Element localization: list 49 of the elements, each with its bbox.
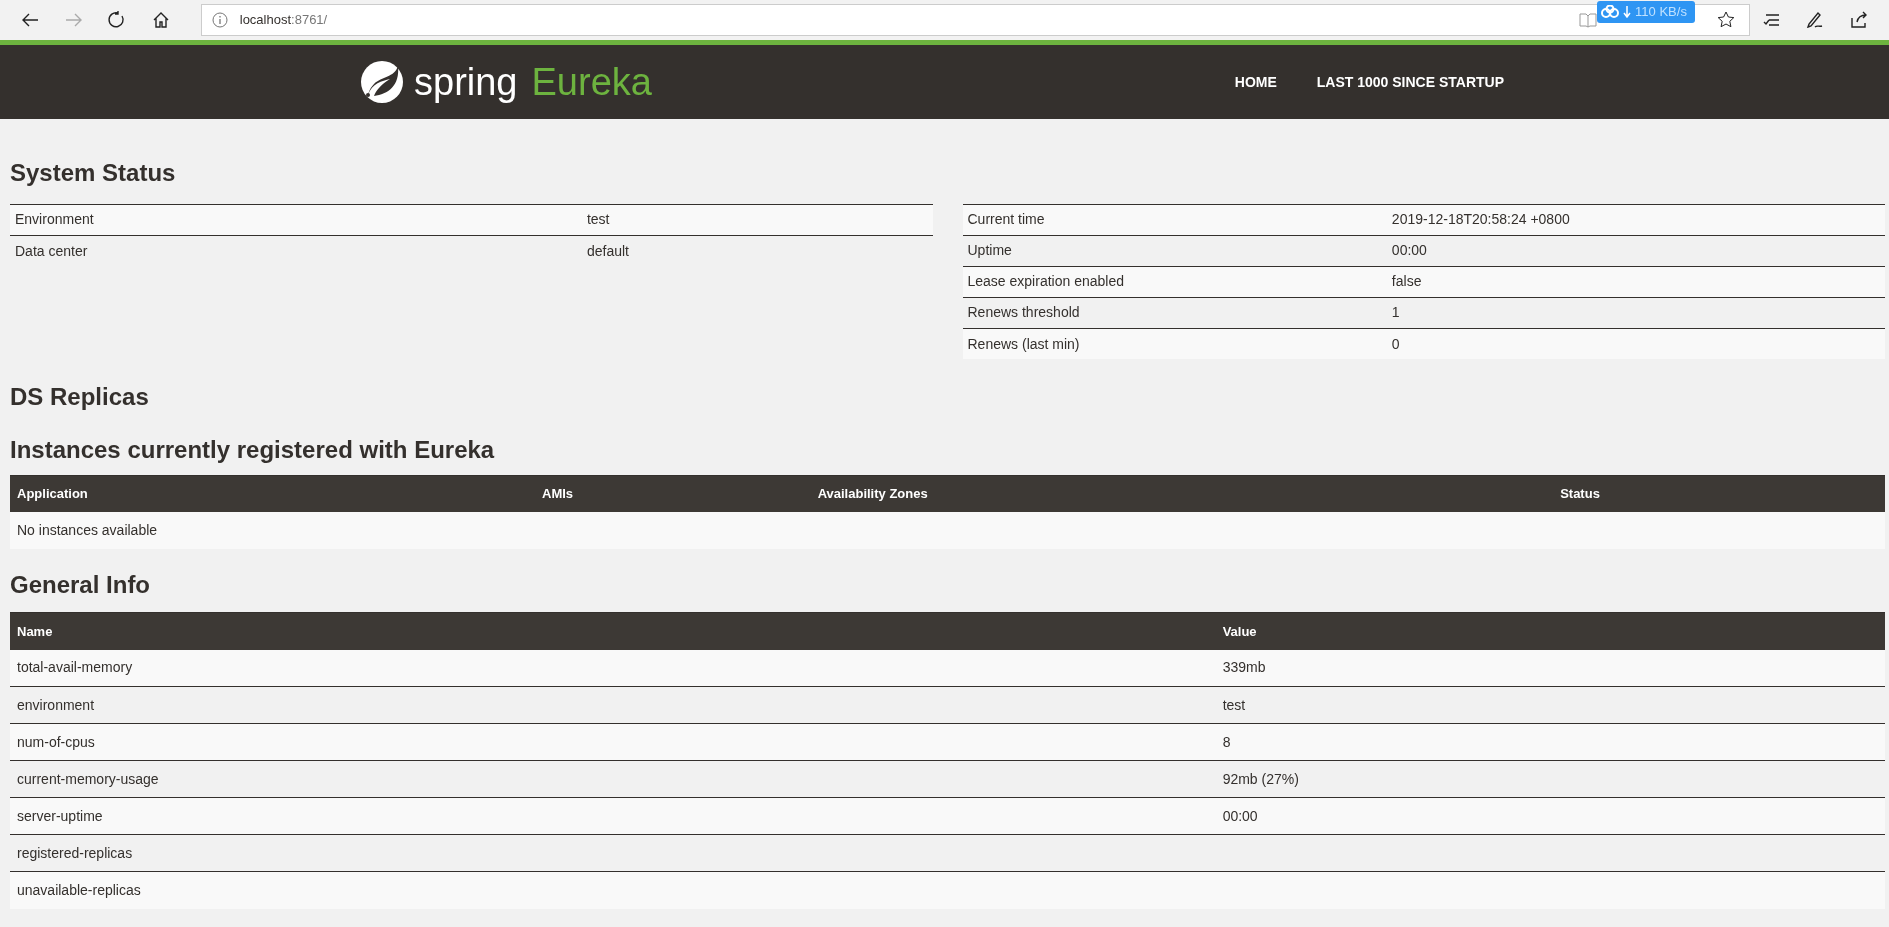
- column-header: Value: [1215, 612, 1885, 650]
- table-cell: No instances available: [10, 512, 1885, 550]
- column-header: Name: [10, 612, 1216, 650]
- table-cell: server-uptime: [10, 797, 1216, 835]
- table-cell: Uptime: [962, 235, 1387, 267]
- nav-link[interactable]: HOME: [1234, 71, 1277, 93]
- table-cell: num-of-cpus: [10, 723, 1216, 761]
- leaf-logo-icon: [360, 60, 404, 104]
- section-heading: General Info: [10, 571, 152, 601]
- table-cell: unavailable-replicas: [10, 871, 1216, 909]
- column-header: Status: [1553, 475, 1885, 513]
- table-cell: 0: [1386, 328, 1885, 360]
- table-cell: environment: [10, 686, 1216, 724]
- table-cell: registered-replicas: [10, 834, 1216, 872]
- product-name: Eureka: [531, 59, 652, 105]
- table-cell: 92mb (27%): [1215, 760, 1885, 798]
- table-cell: false: [1386, 266, 1885, 298]
- table-cell: 339mb: [1215, 649, 1885, 687]
- info-icon: [211, 12, 228, 28]
- table-cell: 1: [1386, 297, 1885, 329]
- table-cell: total-avail-memory: [10, 649, 1216, 687]
- table-cell: Renews threshold: [962, 297, 1387, 329]
- table-cell: 8: [1215, 723, 1885, 761]
- table-cell: current-memory-usage: [10, 760, 1216, 798]
- nav-link[interactable]: LAST 1000 SINCE STARTUP: [1316, 71, 1504, 93]
- section-heading: System Status: [10, 159, 177, 188]
- table-cell: 2019-12-18T20:58:24 +0800: [1386, 204, 1885, 236]
- table-cell: 00:00: [1386, 235, 1885, 267]
- down-arrow-icon: [1623, 6, 1632, 18]
- column-header: Application: [10, 475, 535, 513]
- table-cell: test: [1215, 686, 1885, 724]
- table-cell: 00:00: [1215, 797, 1885, 835]
- column-header: Availability Zones: [810, 475, 1554, 513]
- section-heading: Instances currently registered with Eureka: [10, 436, 496, 465]
- star-icon[interactable]: [1716, 11, 1735, 29]
- table-cell: Lease expiration enabled: [962, 266, 1387, 298]
- table-cell: default: [581, 235, 933, 267]
- table-cell: Current time: [962, 204, 1387, 236]
- table-cell: Renews (last min): [962, 328, 1387, 360]
- column-header: AMIs: [535, 475, 811, 513]
- address-bar[interactable]: localhost:8761/ 110 KB/s: [200, 4, 1750, 36]
- url-text: localhost:8761/: [239, 11, 328, 30]
- table-cell: Environment: [10, 204, 582, 236]
- cloud-icon: [1601, 5, 1620, 19]
- table-cell: test: [581, 204, 933, 236]
- logo-text: spring: [414, 59, 518, 105]
- speed-text: 110 KB/s: [1635, 3, 1687, 22]
- section-heading: DS Replicas: [10, 383, 150, 413]
- table-cell: Data center: [10, 235, 582, 267]
